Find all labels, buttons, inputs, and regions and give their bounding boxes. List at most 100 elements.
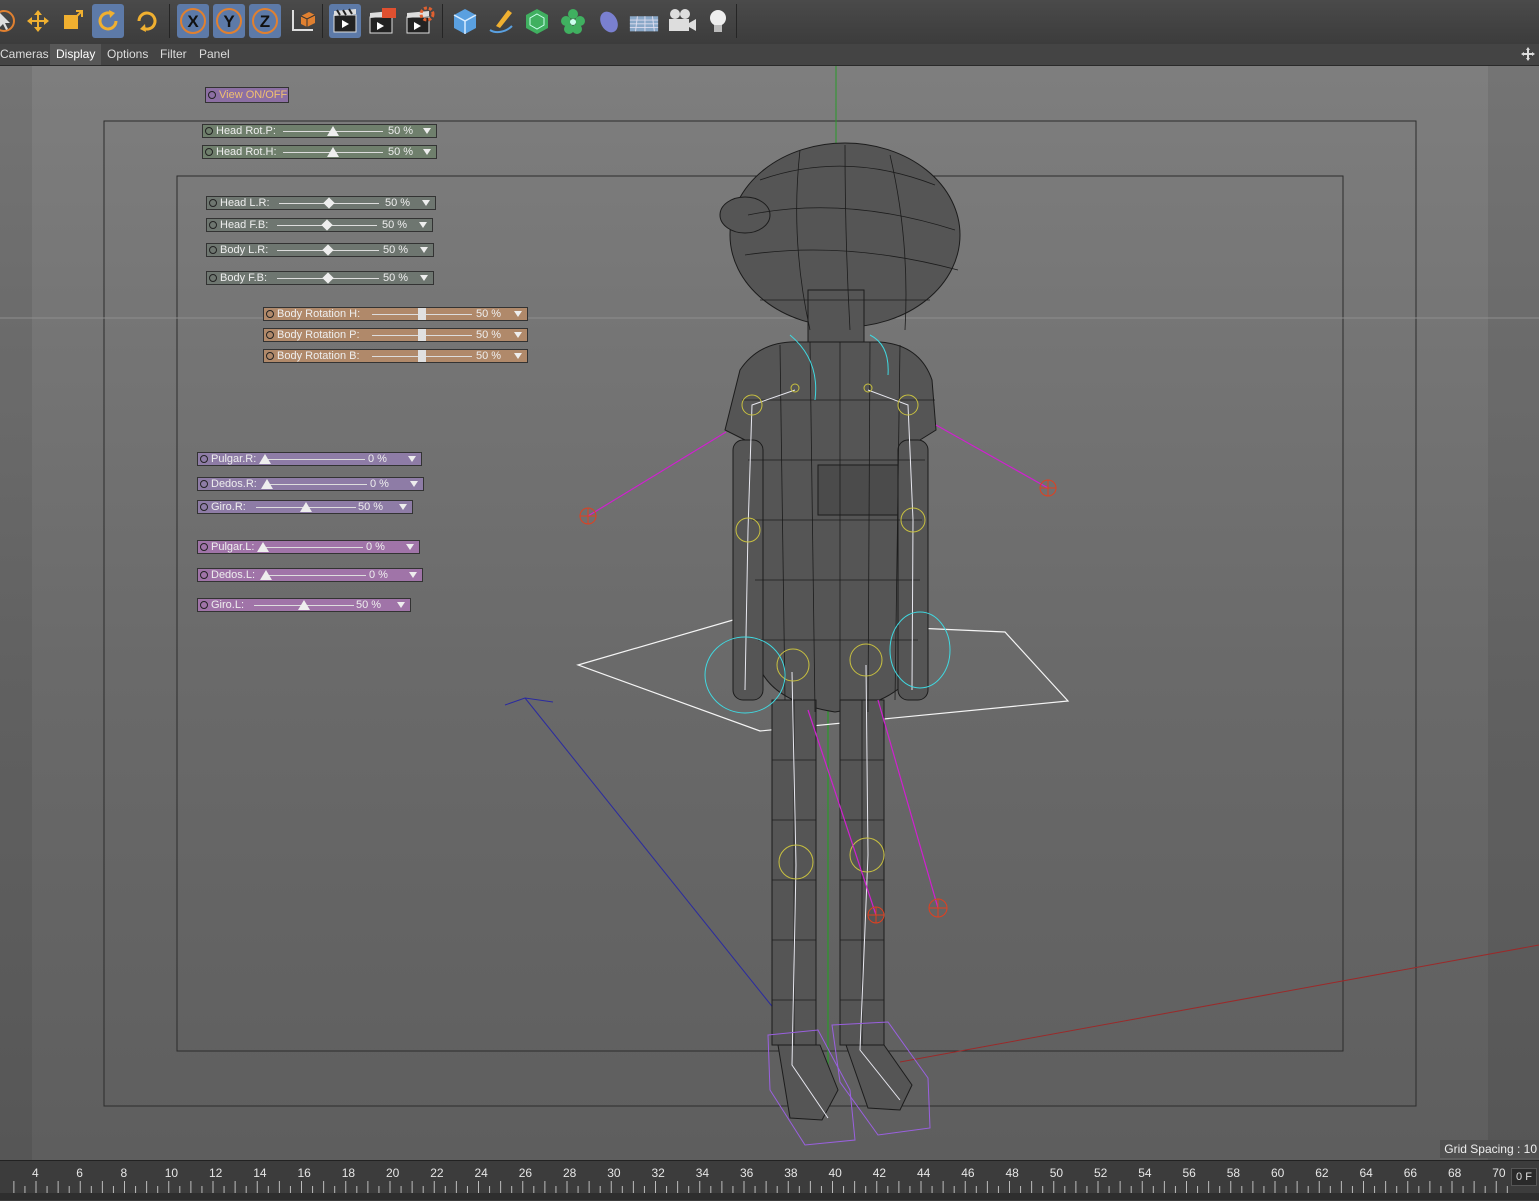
slider-knob[interactable]	[260, 570, 272, 580]
slider-knob[interactable]	[418, 308, 426, 320]
menu-filter[interactable]: Filter	[154, 44, 193, 65]
slider-label: Head Rot.P:	[216, 125, 276, 137]
slider-knob[interactable]	[322, 244, 334, 256]
slider-dropdown-icon[interactable]	[423, 128, 431, 134]
slider-radio[interactable]	[205, 127, 213, 135]
slider-radio[interactable]	[266, 310, 274, 318]
slider-knob[interactable]	[418, 329, 426, 341]
3d-viewport[interactable]: View ON/OFF Head Rot.P: 50 % Head Rot.H: 50…	[0, 66, 1539, 1160]
slider-knob[interactable]	[300, 502, 312, 512]
slider-knob[interactable]	[298, 600, 310, 610]
camera-icon[interactable]	[666, 4, 698, 38]
slider-dropdown-icon[interactable]	[408, 456, 416, 462]
mograph-cloner-icon[interactable]	[557, 4, 589, 38]
slider-knob[interactable]	[261, 479, 273, 489]
coordinate-system-icon[interactable]	[286, 4, 318, 38]
view-toggle-radio[interactable]	[208, 91, 216, 99]
scale-tool-icon[interactable]	[56, 4, 88, 38]
select-tool-icon[interactable]	[0, 4, 20, 38]
cube-icon[interactable]	[449, 4, 481, 38]
rotation-slider-1[interactable]: Body Rotation H: 50 %	[263, 307, 528, 321]
body-slider-4[interactable]: Body F.B: 50 %	[206, 271, 434, 285]
slider-radio[interactable]	[200, 543, 208, 551]
slider-radio[interactable]	[266, 331, 274, 339]
slider-dropdown-icon[interactable]	[423, 149, 431, 155]
slider-knob[interactable]	[322, 272, 334, 284]
slider-dropdown-icon[interactable]	[410, 481, 418, 487]
slider-track[interactable]	[266, 575, 366, 576]
hand-slider-3[interactable]: Giro.R: 50 %	[197, 500, 413, 514]
menu-options[interactable]: Options	[101, 44, 154, 65]
view-toggle-button[interactable]: View ON/OFF	[205, 87, 289, 103]
hand-slider-5[interactable]: Dedos.L: 0 %	[197, 568, 423, 582]
slider-dropdown-icon[interactable]	[406, 544, 414, 550]
slider-radio[interactable]	[200, 455, 208, 463]
head-slider-2[interactable]: Head Rot.H: 50 %	[202, 145, 437, 159]
recent-rotate-icon[interactable]	[131, 4, 163, 38]
slider-radio[interactable]	[209, 199, 217, 207]
head-slider-1[interactable]: Head Rot.P: 50 %	[202, 124, 437, 138]
slider-value: 50 %	[356, 599, 382, 611]
slider-radio[interactable]	[209, 246, 217, 254]
menu-display[interactable]: Display	[50, 44, 102, 65]
slider-track[interactable]	[267, 484, 367, 485]
slider-knob[interactable]	[257, 542, 269, 552]
slider-dropdown-icon[interactable]	[514, 353, 522, 359]
y-axis-lock-button[interactable]: Y	[213, 4, 245, 38]
slider-dropdown-icon[interactable]	[397, 602, 405, 608]
hand-slider-2[interactable]: Dedos.R: 0 %	[197, 477, 424, 491]
slider-radio[interactable]	[200, 480, 208, 488]
slider-dropdown-icon[interactable]	[420, 275, 428, 281]
deformer-icon[interactable]	[593, 4, 625, 38]
slider-dropdown-icon[interactable]	[419, 222, 427, 228]
slider-radio[interactable]	[200, 503, 208, 511]
slider-knob[interactable]	[327, 126, 339, 136]
subdivision-icon[interactable]	[521, 4, 553, 38]
hand-slider-1[interactable]: Pulgar.R: 0 %	[197, 452, 422, 466]
menu-panel[interactable]: Panel	[193, 44, 236, 65]
slider-knob[interactable]	[323, 197, 335, 209]
slider-knob[interactable]	[327, 147, 339, 157]
body-slider-2[interactable]: Head F.B: 50 %	[206, 218, 433, 232]
slider-dropdown-icon[interactable]	[409, 572, 417, 578]
slider-radio[interactable]	[205, 148, 213, 156]
rotation-slider-2[interactable]: Body Rotation P: 50 %	[263, 328, 528, 342]
toolbar-separator	[169, 4, 170, 38]
slider-radio[interactable]	[266, 352, 274, 360]
slider-dropdown-icon[interactable]	[514, 311, 522, 317]
x-axis-lock-button[interactable]: X	[177, 4, 209, 38]
viewport-move-icon[interactable]	[1521, 47, 1535, 66]
slider-radio[interactable]	[200, 571, 208, 579]
render-picture-viewer-icon[interactable]	[366, 4, 398, 38]
render-view-icon[interactable]	[329, 4, 361, 38]
body-slider-3[interactable]: Body L.R: 50 %	[206, 243, 434, 257]
z-axis-lock-button[interactable]: Z	[249, 4, 281, 38]
menu-cameras[interactable]: Cameras	[0, 44, 55, 65]
pen-spline-icon[interactable]	[485, 4, 517, 38]
hand-slider-4[interactable]: Pulgar.L: 0 %	[197, 540, 420, 554]
slider-dropdown-icon[interactable]	[399, 504, 407, 510]
slider-radio[interactable]	[209, 221, 217, 229]
slider-value: 50 %	[385, 197, 411, 209]
slider-dropdown-icon[interactable]	[422, 200, 430, 206]
slider-radio[interactable]	[209, 274, 217, 282]
slider-track[interactable]	[265, 459, 365, 460]
body-slider-1[interactable]: Head L.R: 50 %	[206, 196, 436, 210]
slider-dropdown-icon[interactable]	[514, 332, 522, 338]
rotation-slider-3[interactable]: Body Rotation B: 50 %	[263, 349, 528, 363]
move-tool-icon[interactable]	[22, 4, 54, 38]
slider-radio[interactable]	[200, 601, 208, 609]
floor-icon[interactable]	[628, 4, 660, 38]
slider-dropdown-icon[interactable]	[420, 247, 428, 253]
slider-knob[interactable]	[259, 454, 271, 464]
y-axis-label: Y	[223, 12, 235, 31]
hand-slider-6[interactable]: Giro.L: 50 %	[197, 598, 411, 612]
slider-track[interactable]	[263, 547, 363, 548]
rotate-tool-icon[interactable]	[92, 4, 124, 38]
light-icon[interactable]	[702, 4, 734, 38]
current-frame-field[interactable]: 0 F	[1511, 1168, 1537, 1186]
z-axis-line	[524, 697, 776, 1011]
render-settings-icon[interactable]	[403, 4, 435, 38]
slider-knob[interactable]	[418, 350, 426, 362]
slider-knob[interactable]	[321, 219, 333, 231]
